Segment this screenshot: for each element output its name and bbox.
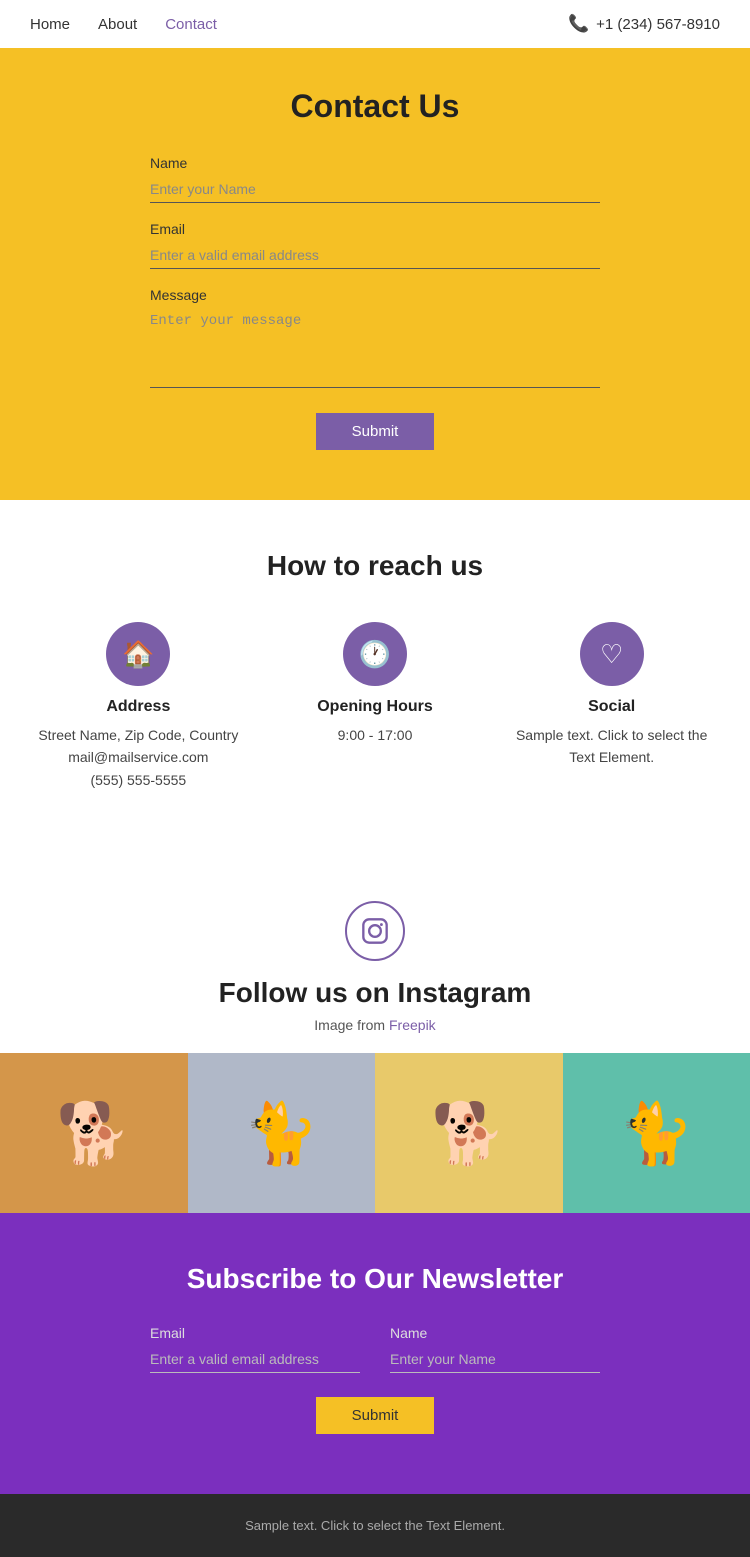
- cat1-emoji: 🐈: [244, 1098, 319, 1169]
- nav-phone: 📞 +1 (234) 567-8910: [568, 14, 720, 34]
- reach-item-hours: 🕐 Opening Hours 9:00 - 17:00: [267, 622, 484, 746]
- name-label: Name: [150, 155, 600, 171]
- contact-title: Contact Us: [150, 88, 600, 125]
- newsletter-email-group: Email: [150, 1325, 360, 1373]
- social-icon: ♡: [580, 622, 644, 686]
- address-icon: 🏠: [106, 622, 170, 686]
- navbar: Home About Contact 📞 +1 (234) 567-8910: [0, 0, 750, 48]
- newsletter-section: Subscribe to Our Newsletter Email Name S…: [0, 1213, 750, 1494]
- newsletter-email-input[interactable]: [150, 1346, 360, 1373]
- nav-links: Home About Contact: [30, 16, 217, 33]
- photo-grid: 🐕 🐈 🐕 🐈: [0, 1053, 750, 1213]
- name-field-group: Name: [150, 155, 600, 203]
- newsletter-form: Email Name: [150, 1325, 600, 1373]
- hours-label: Opening Hours: [267, 698, 484, 716]
- nav-about[interactable]: About: [98, 16, 137, 33]
- newsletter-title: Subscribe to Our Newsletter: [150, 1263, 600, 1295]
- nav-home[interactable]: Home: [30, 16, 70, 33]
- dog1-emoji: 🐕: [56, 1098, 131, 1169]
- hours-text: 9:00 - 17:00: [267, 724, 484, 746]
- photo-3: 🐕: [375, 1053, 563, 1213]
- hours-icon: 🕐: [343, 622, 407, 686]
- email-input[interactable]: [150, 242, 600, 269]
- cat2-emoji: 🐈: [619, 1098, 694, 1169]
- photo-1: 🐕: [0, 1053, 188, 1213]
- phone-icon: 📞: [568, 14, 589, 34]
- contact-submit-button[interactable]: Submit: [316, 413, 435, 450]
- reach-item-address: 🏠 Address Street Name, Zip Code, Country…: [30, 622, 247, 791]
- dog2-emoji: 🐕: [431, 1098, 506, 1169]
- instagram-section: Follow us on Instagram Image from Freepi…: [0, 851, 750, 1213]
- social-label: Social: [503, 698, 720, 716]
- nav-contact[interactable]: Contact: [165, 16, 217, 33]
- address-label: Address: [30, 698, 247, 716]
- footer-text: Sample text. Click to select the Text El…: [24, 1518, 726, 1533]
- photo-2: 🐈: [188, 1053, 376, 1213]
- freepik-link[interactable]: Freepik: [389, 1017, 436, 1033]
- address-text: Street Name, Zip Code, Country mail@mail…: [30, 724, 247, 791]
- name-input[interactable]: [150, 176, 600, 203]
- message-field-group: Message: [150, 287, 600, 393]
- email-field-group: Email: [150, 221, 600, 269]
- image-credit: Image from Freepik: [30, 1017, 720, 1033]
- newsletter-name-label: Name: [390, 1325, 600, 1341]
- reach-item-social: ♡ Social Sample text. Click to select th…: [503, 622, 720, 769]
- footer: Sample text. Click to select the Text El…: [0, 1494, 750, 1557]
- message-input[interactable]: [150, 308, 600, 388]
- newsletter-email-label: Email: [150, 1325, 360, 1341]
- newsletter-name-input[interactable]: [390, 1346, 600, 1373]
- newsletter-name-group: Name: [390, 1325, 600, 1373]
- photo-4: 🐈: [563, 1053, 750, 1213]
- reach-grid: 🏠 Address Street Name, Zip Code, Country…: [30, 622, 720, 791]
- newsletter-submit-button[interactable]: Submit: [316, 1397, 435, 1434]
- message-label: Message: [150, 287, 600, 303]
- email-label: Email: [150, 221, 600, 237]
- social-text: Sample text. Click to select the Text El…: [503, 724, 720, 769]
- phone-number: +1 (234) 567-8910: [596, 16, 720, 33]
- instagram-icon: [345, 901, 405, 961]
- reach-title: How to reach us: [30, 550, 720, 582]
- instagram-title: Follow us on Instagram: [30, 977, 720, 1009]
- reach-section: How to reach us 🏠 Address Street Name, Z…: [0, 500, 750, 851]
- contact-section: Contact Us Name Email Message Submit: [0, 48, 750, 500]
